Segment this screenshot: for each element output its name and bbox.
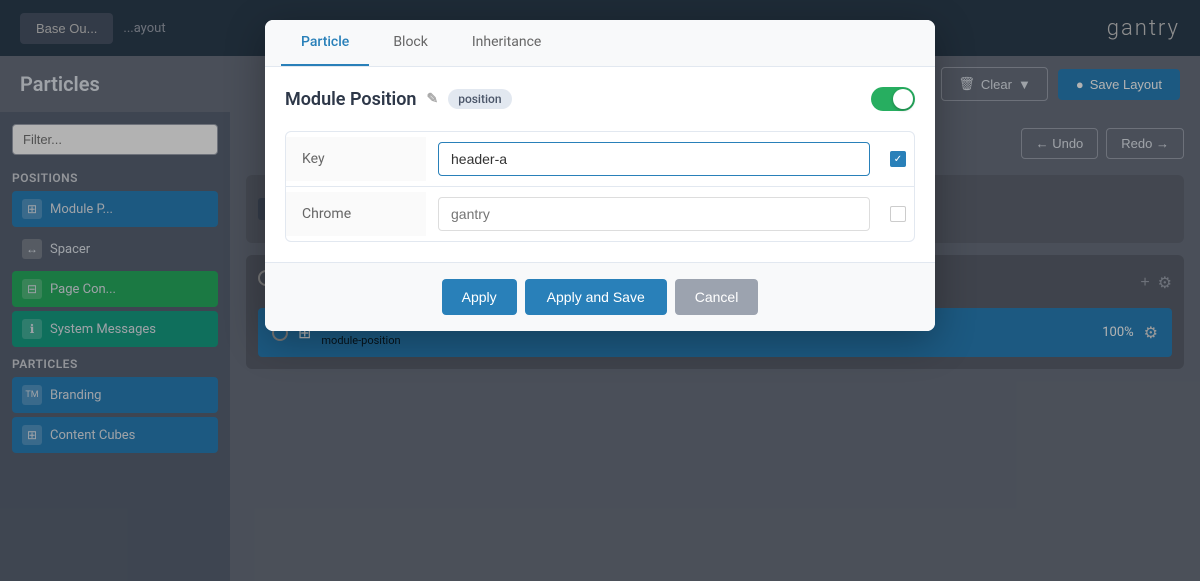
key-checkbox[interactable]: ✓ [890,151,906,167]
toggle-switch[interactable] [871,87,915,111]
toggle-knob [893,89,913,109]
modal-section-title-group: Module Position ✎ position [285,89,512,110]
form-table: Key ✓ Chrome [285,131,915,242]
modal-tabs: Particle Block Inheritance [265,20,935,67]
key-field [426,132,882,186]
modal-section-header: Module Position ✎ position [285,87,915,111]
apply-button[interactable]: Apply [442,279,517,315]
modal: Particle Block Inheritance Module Positi… [265,20,935,331]
tab-inheritance[interactable]: Inheritance [452,20,562,66]
form-row-key: Key ✓ [286,132,914,187]
cancel-button[interactable]: Cancel [675,279,759,315]
form-row-chrome: Chrome [286,187,914,241]
modal-body: Module Position ✎ position Key ✓ [265,67,935,262]
chrome-field [426,187,882,241]
chrome-checkbox[interactable] [890,206,906,222]
module-tag: position [448,89,511,109]
key-label: Key [286,137,426,181]
chrome-input[interactable] [438,197,870,231]
tab-block[interactable]: Block [373,20,448,66]
apply-save-button[interactable]: Apply and Save [525,279,667,315]
edit-icon[interactable]: ✎ [426,91,438,107]
modal-title-text: Module Position [285,89,416,110]
chrome-checkbox-container [882,206,914,222]
key-input[interactable] [438,142,870,176]
chrome-label: Chrome [286,192,426,236]
tab-particle[interactable]: Particle [281,20,369,66]
key-checkbox-container: ✓ [882,151,914,167]
modal-footer: Apply Apply and Save Cancel [265,262,935,331]
modal-overlay: Particle Block Inheritance Module Positi… [0,0,1200,581]
